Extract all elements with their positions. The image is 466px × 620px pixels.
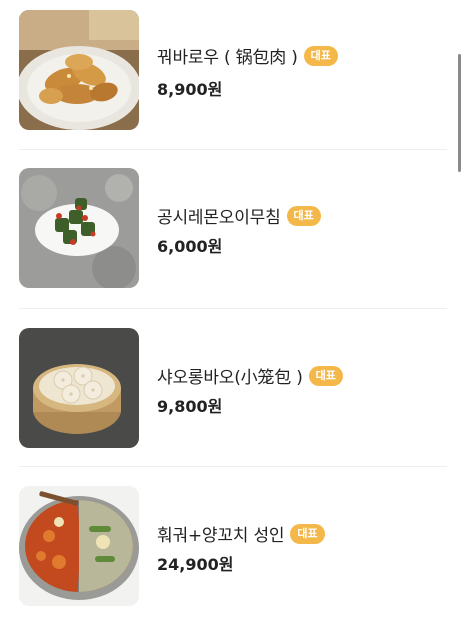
menu-item-info: 훠궈+양꼬치 성인 대표 24,900원 [157, 486, 447, 606]
divider [19, 308, 447, 309]
signature-badge: 대표 [303, 45, 338, 66]
menu-item-price: 9,800원 [157, 397, 223, 416]
menu-item[interactable]: 공시레몬오이무침 대표 6,000원 [0, 168, 466, 288]
menu-item-price: 8,900원 [157, 80, 223, 99]
menu-item[interactable]: 샤오롱바오(小笼包 ) 대표 9,800원 [0, 328, 466, 448]
menu-item-info: 샤오롱바오(小笼包 ) 대표 9,800원 [157, 328, 447, 448]
menu-item-name: 공시레몬오이무침 [157, 208, 281, 228]
menu-item-info: 꿔바로우 ( 锅包肉 ) 대표 8,900원 [157, 10, 447, 130]
menu-item-name: 샤오롱바오(小笼包 ) [157, 368, 303, 388]
cucumber-salad-image [19, 168, 139, 288]
menu-item-info: 공시레몬오이무침 대표 6,000원 [157, 168, 447, 288]
menu-item-name: 꿔바로우 ( 锅包肉 ) [157, 48, 298, 68]
name-row: 훠궈+양꼬치 성인 대표 [157, 521, 325, 546]
dumpling-image [19, 328, 139, 448]
signature-badge: 대표 [308, 365, 343, 386]
menu-item[interactable]: 꿔바로우 ( 锅包肉 ) 대표 8,900원 [0, 10, 466, 130]
menu-item-price: 24,900원 [157, 555, 234, 574]
signature-badge: 대표 [286, 205, 321, 226]
name-row: 꿔바로우 ( 锅包肉 ) 대표 [157, 43, 338, 68]
signature-badge: 대표 [290, 523, 325, 544]
divider [19, 149, 447, 150]
crispy-pork-image [19, 10, 139, 130]
menu-item-price: 6,000원 [157, 237, 223, 256]
name-row: 샤오롱바오(小笼包 ) 대표 [157, 363, 343, 388]
name-row: 공시레몬오이무침 대표 [157, 203, 321, 228]
menu-item-name: 훠궈+양꼬치 성인 [157, 526, 285, 546]
menu-item[interactable]: 훠궈+양꼬치 성인 대표 24,900원 [0, 486, 466, 606]
divider [19, 466, 447, 467]
scrollbar[interactable] [458, 54, 461, 172]
hotpot-image [19, 486, 139, 606]
